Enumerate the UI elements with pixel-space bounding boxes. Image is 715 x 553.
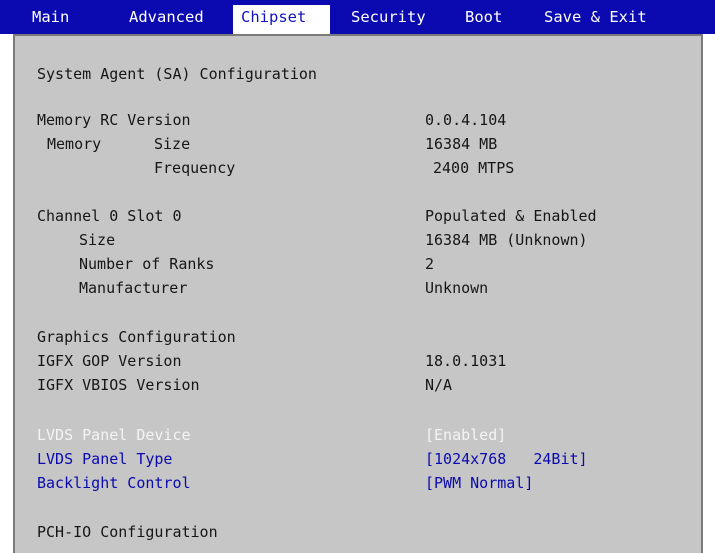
memory-size-value: 16384 MB xyxy=(425,135,498,153)
channel-size-label: Size xyxy=(79,231,116,249)
tab-advanced[interactable]: Advanced xyxy=(121,5,212,34)
lvds-panel-type-label[interactable]: LVDS Panel Type xyxy=(37,447,172,471)
menu-bar: Main Advanced Chipset Security Boot Save… xyxy=(0,0,715,34)
channel-manufacturer-label: Manufacturer xyxy=(79,279,188,297)
tab-chipset[interactable]: Chipset xyxy=(233,5,330,34)
channel-manufacturer-value: Unknown xyxy=(425,279,489,297)
backlight-control-label[interactable]: Backlight Control xyxy=(37,471,191,495)
tab-main[interactable]: Main xyxy=(24,5,77,34)
tab-save-exit[interactable]: Save & Exit xyxy=(536,5,655,34)
lvds-panel-device-value[interactable]: [Enabled] xyxy=(425,423,506,447)
channel-ranks-label: Number of Ranks xyxy=(79,255,215,273)
channel-label: Channel 0 Slot 0 xyxy=(37,207,182,225)
graphics-heading: Graphics Configuration xyxy=(37,328,236,346)
igfx-gop-label: IGFX GOP Version xyxy=(37,352,182,370)
igfx-vbios-label: IGFX VBIOS Version xyxy=(37,376,200,394)
pch-io-heading[interactable]: PCH-IO Configuration xyxy=(37,520,218,544)
memory-size-label: Size xyxy=(154,135,191,153)
channel-status-value: Populated & Enabled xyxy=(425,207,597,225)
memory-rc-version-label: Memory RC Version xyxy=(37,111,191,129)
tab-boot[interactable]: Boot xyxy=(457,5,510,34)
lvds-panel-device-label[interactable]: LVDS Panel Device xyxy=(37,423,191,447)
memory-label: Memory xyxy=(47,135,102,153)
settings-panel: System Agent (SA) Configuration Memory R… xyxy=(13,34,703,553)
lvds-panel-type-value[interactable]: [1024x768 24Bit] xyxy=(425,447,588,471)
memory-frequency-value: 2400 MTPS xyxy=(433,159,515,177)
section-title: System Agent (SA) Configuration xyxy=(37,65,317,83)
bios-screen: Main Advanced Chipset Security Boot Save… xyxy=(0,0,715,553)
igfx-gop-value: 18.0.1031 xyxy=(425,352,507,370)
memory-frequency-label: Frequency xyxy=(154,159,236,177)
memory-rc-version-value: 0.0.4.104 xyxy=(425,111,507,129)
tab-security[interactable]: Security xyxy=(343,5,434,34)
backlight-control-value[interactable]: [PWM Normal] xyxy=(425,471,533,495)
channel-ranks-value: 2 xyxy=(425,255,435,273)
channel-size-value: 16384 MB (Unknown) xyxy=(425,231,588,249)
igfx-vbios-value: N/A xyxy=(425,376,453,394)
